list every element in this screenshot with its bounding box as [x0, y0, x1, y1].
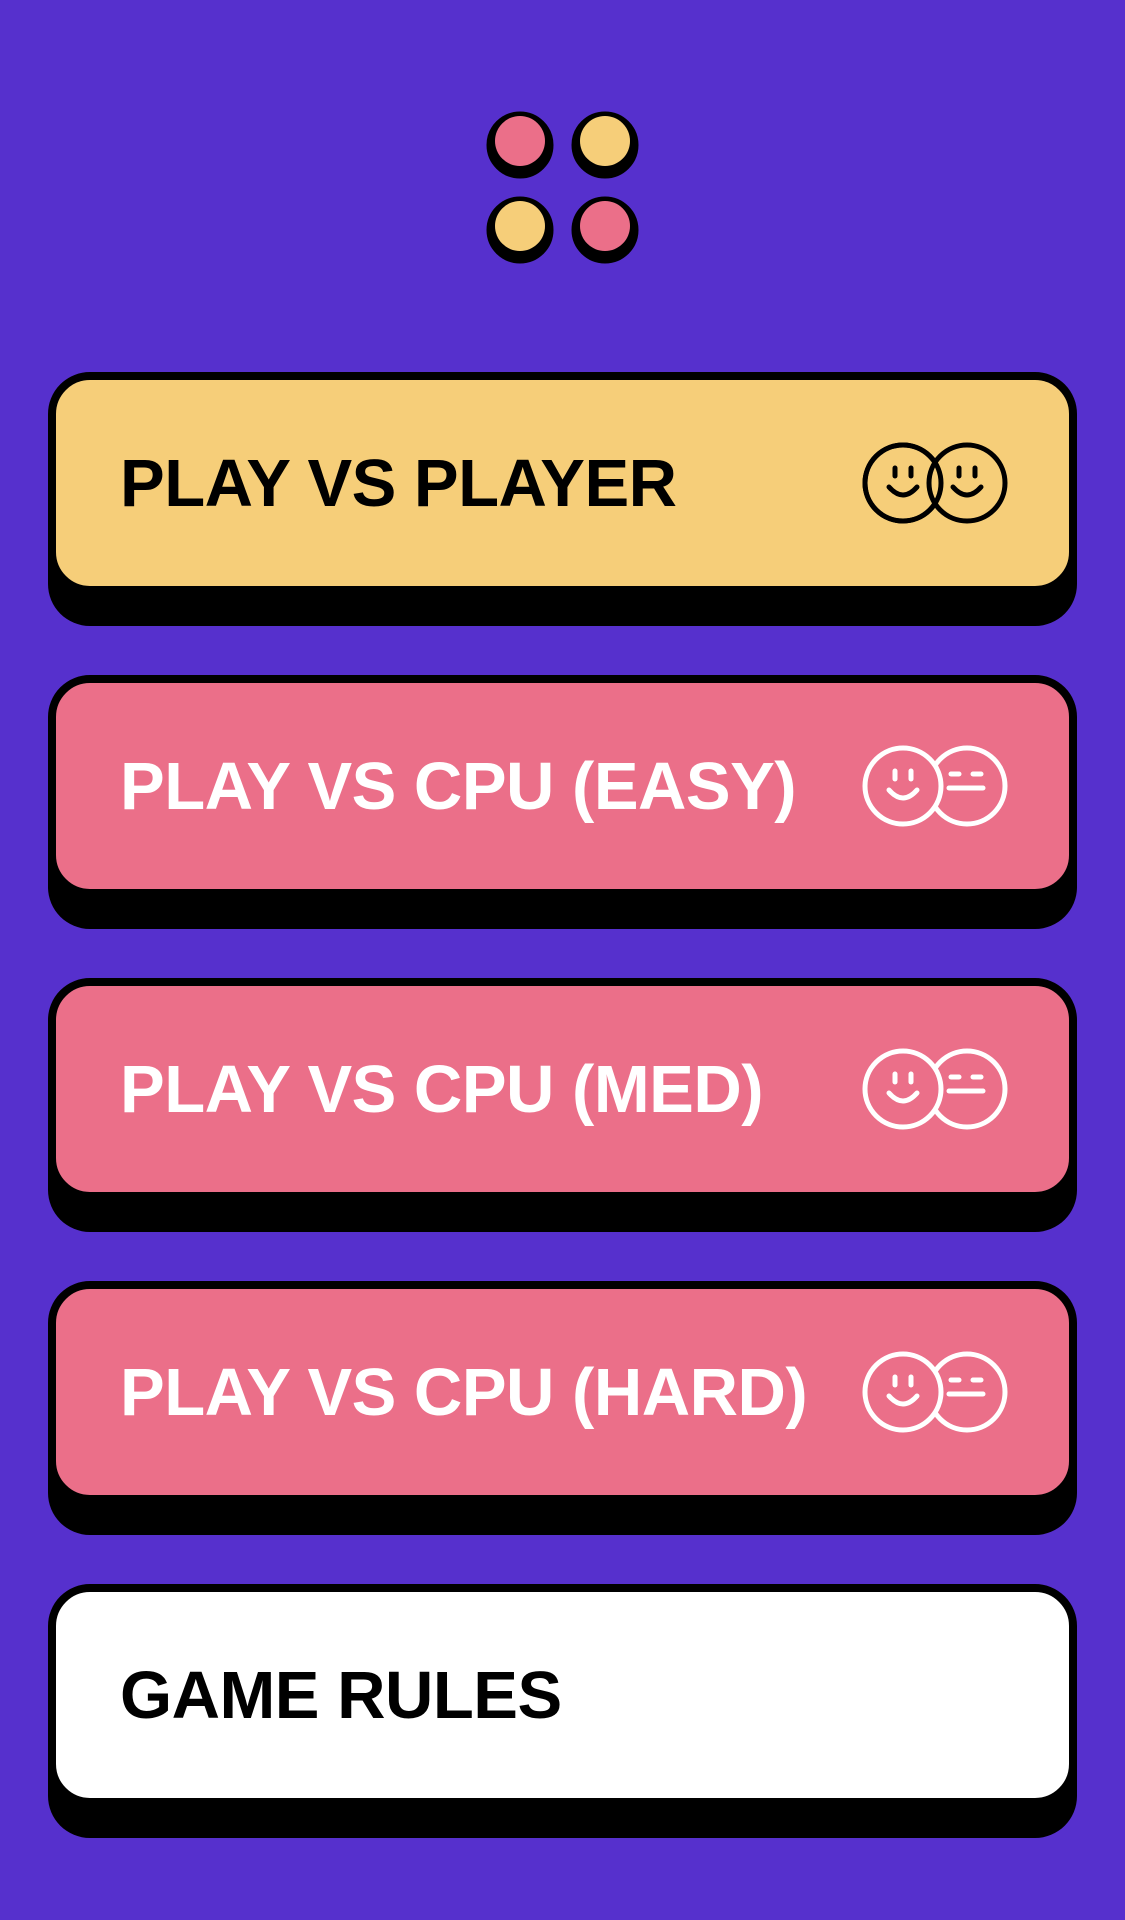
play-vs-player-label: PLAY VS PLAYER — [120, 445, 677, 521]
play-vs-cpu-med-label: PLAY VS CPU (MED) — [120, 1051, 764, 1127]
game-rules-button[interactable]: GAME RULES — [48, 1584, 1077, 1806]
play-vs-cpu-easy-button[interactable]: PLAY VS CPU (EASY) — [48, 675, 1077, 897]
play-vs-cpu-hard-button[interactable]: PLAY VS CPU (HARD) — [48, 1281, 1077, 1503]
two-smiley-faces-icon — [862, 442, 1008, 524]
connect-four-logo-icon — [486, 111, 639, 264]
play-vs-player-button[interactable]: PLAY VS PLAYER — [48, 372, 1077, 594]
smiley-and-robot-face-icon — [862, 1048, 1008, 1130]
smiley-and-robot-face-icon — [862, 1351, 1008, 1433]
game-rules-label: GAME RULES — [120, 1657, 562, 1733]
play-vs-cpu-hard-label: PLAY VS CPU (HARD) — [120, 1354, 808, 1430]
smiley-and-robot-face-icon — [862, 745, 1008, 827]
play-vs-cpu-easy-label: PLAY VS CPU (EASY) — [120, 748, 797, 824]
play-vs-cpu-med-button[interactable]: PLAY VS CPU (MED) — [48, 978, 1077, 1200]
